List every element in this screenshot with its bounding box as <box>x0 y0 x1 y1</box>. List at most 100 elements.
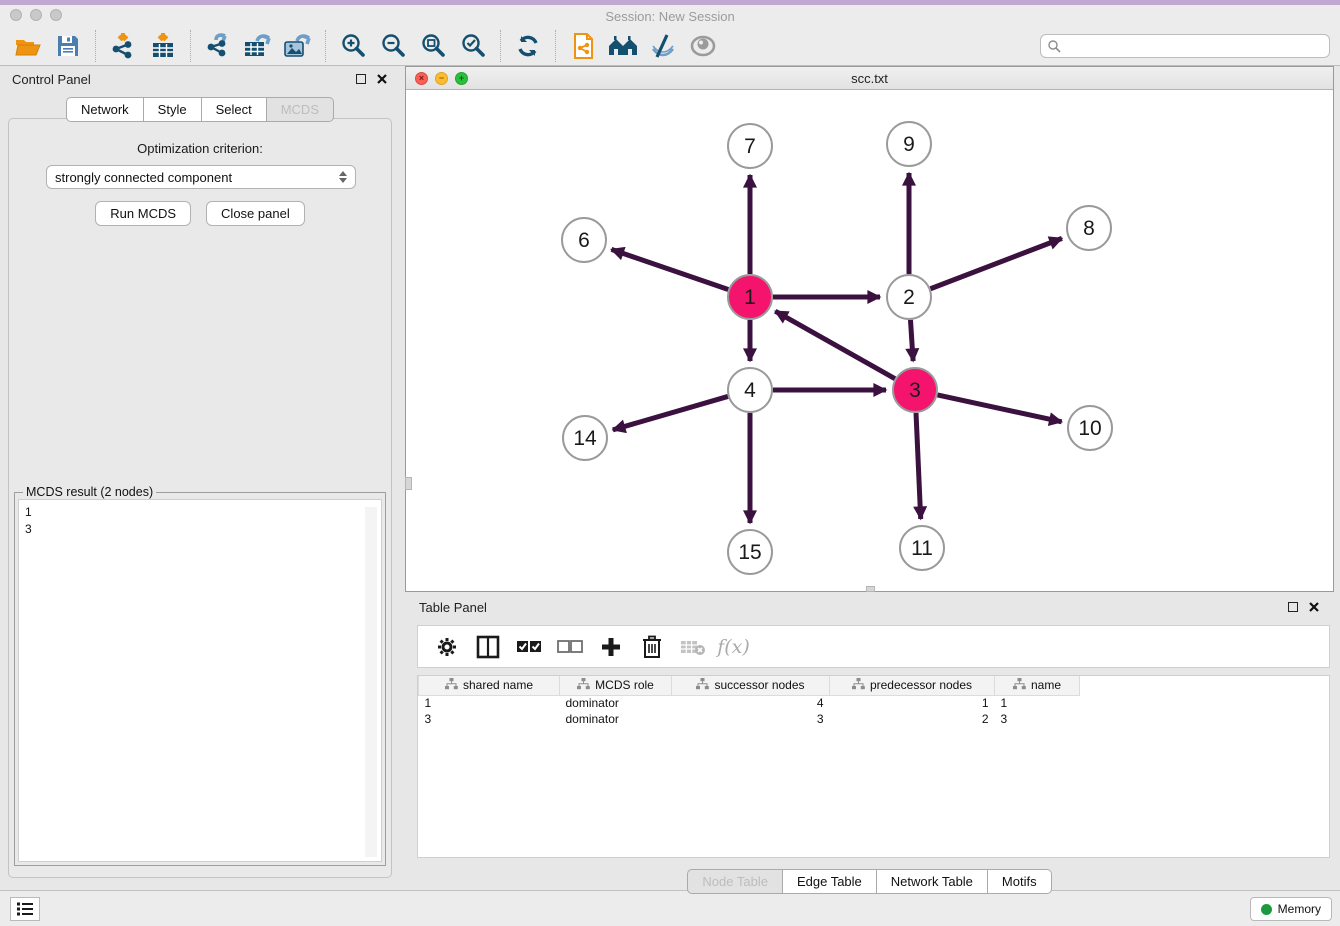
tab-mcds[interactable]: MCDS <box>267 97 334 122</box>
table-panel-tabs: Node Table Edge Table Network Table Moti… <box>405 869 1334 894</box>
window-zoom-button[interactable] <box>50 9 62 21</box>
tree-icon <box>696 678 709 693</box>
refresh-icon[interactable] <box>508 29 548 63</box>
memory-button[interactable]: Memory <box>1250 897 1332 921</box>
table-cell[interactable]: 3 <box>672 711 830 727</box>
graph-edge-2-3[interactable] <box>910 320 913 361</box>
open-session-from-file-icon[interactable] <box>563 29 603 63</box>
column-header-shared-name[interactable]: shared name <box>419 676 560 695</box>
import-network-icon[interactable] <box>103 29 143 63</box>
search-icon <box>1047 39 1062 54</box>
window-resize-grip[interactable] <box>405 477 412 490</box>
network-window-titlebar[interactable]: × − + scc.txt <box>406 67 1333 90</box>
zoom-fit-icon[interactable] <box>413 29 453 63</box>
graph-edge-3-10[interactable] <box>937 395 1061 422</box>
deselect-all-checkboxes-icon[interactable] <box>551 630 588 664</box>
control-panel: Control Panel Network Style Select MCDS … <box>0 66 400 888</box>
table-cell[interactable]: 1 <box>830 695 995 711</box>
window-resize-grip[interactable] <box>866 586 875 592</box>
table-cell[interactable]: 2 <box>830 711 995 727</box>
open-folder-icon[interactable] <box>8 29 48 63</box>
graph-node-label: 8 <box>1083 217 1095 240</box>
float-panel-icon[interactable] <box>356 74 366 84</box>
export-image-icon[interactable] <box>278 29 318 63</box>
search-field[interactable] <box>1040 34 1330 58</box>
zoom-in-icon[interactable] <box>333 29 373 63</box>
window-close-button[interactable] <box>10 9 22 21</box>
network-zoom-button[interactable]: + <box>455 72 468 85</box>
optimization-criterion-label: Optimization criterion: <box>9 141 391 156</box>
list-icon <box>16 901 34 917</box>
table-row[interactable]: 3dominator323 <box>419 711 1080 727</box>
tab-edge-table[interactable]: Edge Table <box>783 869 877 894</box>
column-header-name[interactable]: name <box>995 676 1080 695</box>
run-mcds-button[interactable]: Run MCDS <box>95 201 191 226</box>
show-panel-icon[interactable] <box>683 29 723 63</box>
create-column-icon[interactable] <box>592 630 629 664</box>
network-graph[interactable]: 7968124314101511 <box>406 90 1333 591</box>
table-panel-title: Table Panel <box>419 600 1288 615</box>
network-view-window: × − + scc.txt 7968124314101511 <box>405 66 1334 592</box>
tab-motifs[interactable]: Motifs <box>988 869 1052 894</box>
table-row[interactable]: 1dominator411 <box>419 695 1080 711</box>
graph-node-label: 2 <box>903 286 915 309</box>
tab-network[interactable]: Network <box>66 97 144 122</box>
show-column-icon[interactable] <box>469 630 506 664</box>
select-all-checkboxes-icon[interactable] <box>510 630 547 664</box>
import-table-icon[interactable] <box>143 29 183 63</box>
column-header-MCDS-role[interactable]: MCDS role <box>560 676 672 695</box>
delete-column-icon[interactable] <box>633 630 670 664</box>
memory-status-icon <box>1261 904 1272 915</box>
graph-node-label: 11 <box>911 537 933 560</box>
window-minimize-button[interactable] <box>30 9 42 21</box>
tab-select[interactable]: Select <box>202 97 267 122</box>
table-cell[interactable]: 4 <box>672 695 830 711</box>
node-table[interactable]: shared nameMCDS rolesuccessor nodesprede… <box>417 675 1330 858</box>
graph-node-label: 6 <box>578 229 590 252</box>
mcds-result-title: MCDS result (2 nodes) <box>23 485 156 499</box>
task-history-button[interactable] <box>10 897 40 921</box>
hide-panel-icon[interactable] <box>643 29 683 63</box>
graph-edge-1-6[interactable] <box>611 249 728 289</box>
graph-edge-2-8[interactable] <box>930 238 1061 288</box>
table-cell[interactable]: 1 <box>419 695 560 711</box>
table-cell[interactable]: dominator <box>560 711 672 727</box>
table-cell[interactable]: 3 <box>419 711 560 727</box>
column-header-predecessor-nodes[interactable]: predecessor nodes <box>830 676 995 695</box>
search-input[interactable] <box>1062 36 1329 56</box>
tab-network-table[interactable]: Network Table <box>877 869 988 894</box>
table-cell[interactable]: dominator <box>560 695 672 711</box>
close-panel-button[interactable]: Close panel <box>206 201 305 226</box>
delete-table-icon[interactable] <box>674 630 711 664</box>
close-panel-icon[interactable] <box>1308 601 1320 613</box>
graph-edge-3-1[interactable] <box>775 311 895 378</box>
zoom-selected-icon[interactable] <box>453 29 493 63</box>
graph-node-label: 9 <box>903 133 915 156</box>
export-table-icon[interactable] <box>238 29 278 63</box>
optimization-criterion-dropdown[interactable]: strongly connected component <box>46 165 356 189</box>
save-icon[interactable] <box>48 29 88 63</box>
export-network-icon[interactable] <box>198 29 238 63</box>
table-cell[interactable]: 3 <box>995 711 1080 727</box>
graph-node-label: 3 <box>909 379 921 402</box>
result-scrollbar[interactable] <box>365 507 377 857</box>
close-panel-icon[interactable] <box>376 73 388 85</box>
float-panel-icon[interactable] <box>1288 602 1298 612</box>
toolbar-separator <box>190 30 191 62</box>
graph-edge-3-11[interactable] <box>916 413 921 519</box>
column-header-successor-nodes[interactable]: successor nodes <box>672 676 830 695</box>
function-builder-icon[interactable]: f(x) <box>715 630 752 664</box>
main-toolbar <box>0 27 1340 66</box>
tab-node-table[interactable]: Node Table <box>687 869 783 894</box>
table-cell[interactable]: 1 <box>995 695 1080 711</box>
network-minimize-button[interactable]: − <box>435 72 448 85</box>
graph-node-label: 4 <box>744 379 756 402</box>
table-panel: Table Panel f(x) s <box>405 595 1334 888</box>
tab-style[interactable]: Style <box>144 97 202 122</box>
network-close-button[interactable]: × <box>415 72 428 85</box>
zoom-out-icon[interactable] <box>373 29 413 63</box>
show-all-networks-icon[interactable] <box>603 29 643 63</box>
graph-edge-4-14[interactable] <box>613 396 728 429</box>
table-options-icon[interactable] <box>428 630 465 664</box>
mcds-result-list[interactable]: 1 3 <box>18 499 382 862</box>
